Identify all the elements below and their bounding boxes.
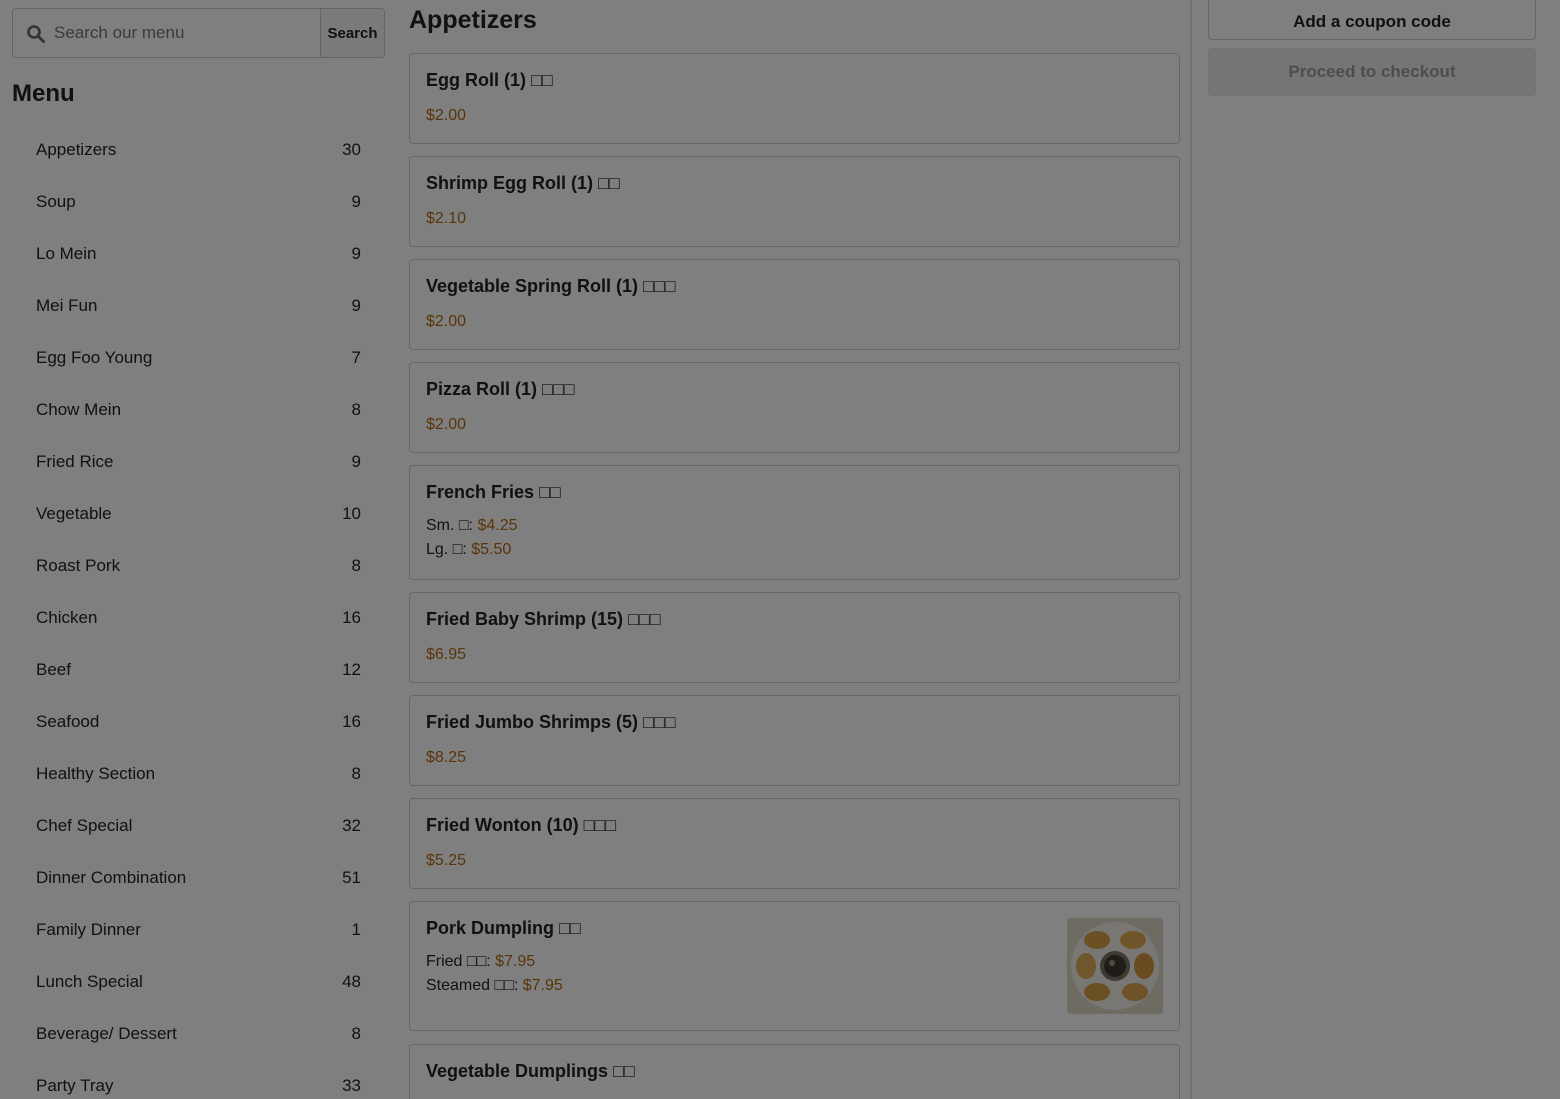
modal-backdrop[interactable] [0, 0, 1560, 1099]
